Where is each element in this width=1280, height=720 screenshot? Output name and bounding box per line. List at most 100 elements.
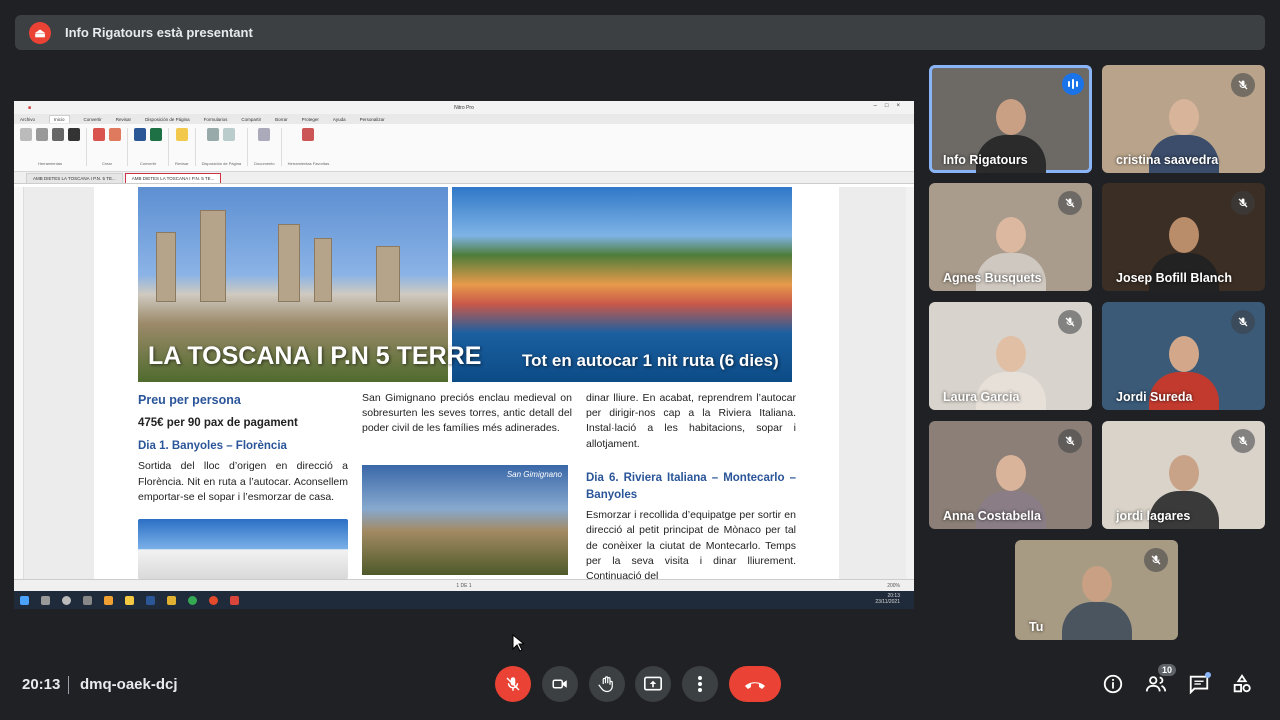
pdf-icon[interactable] [93, 128, 105, 141]
day-6-heading: Dia 6. Riviera Italiana – Montecarlo – B… [586, 471, 796, 501]
ribbon-group: Herramientas Favoritas [288, 128, 336, 166]
participant-tile[interactable]: Laura Garcia [929, 302, 1092, 410]
participant-tile[interactable]: Josep Bofill Blanch [1102, 183, 1265, 291]
bus-photo [138, 519, 348, 579]
menu-tab[interactable]: Revisar [116, 117, 131, 122]
present-to-all-icon: ⏏ [29, 21, 51, 44]
menu-tab[interactable]: Formularios [204, 117, 228, 122]
meeting-controls-bar: 20:13 dmq-oaek-dcj 10 [0, 648, 1280, 720]
word-icon[interactable] [146, 595, 155, 605]
mic-muted-icon [1058, 310, 1082, 334]
ribbon: Herramientas Crear Convertir Revisar Dis… [14, 124, 914, 172]
rotate-icon[interactable] [223, 128, 236, 141]
people-count-badge: 10 [1157, 664, 1176, 676]
ribbon-group-label: Convertir [139, 161, 157, 166]
present-button[interactable] [635, 666, 671, 702]
insert-icon[interactable] [207, 128, 220, 141]
mic-muted-icon [1058, 429, 1082, 453]
participant-tile[interactable]: Jordi Sureda [1102, 302, 1265, 410]
menu-tab[interactable]: Ayuda [333, 117, 346, 122]
task-view-icon[interactable] [83, 595, 92, 605]
add-favorites-icon[interactable] [302, 128, 315, 141]
shared-screen[interactable]: ■ Nitro Pro –□× Archivo Inicio Convertir… [14, 101, 914, 609]
activities-button[interactable] [1228, 670, 1256, 698]
folder-icon[interactable] [167, 595, 176, 605]
hero-banner: LA TOSCANA I P.N 5 TERRE Tot en autocar … [138, 187, 792, 382]
word-icon[interactable] [134, 128, 146, 141]
camera-toggle-button[interactable] [542, 666, 578, 702]
image-caption: San Gimignano [506, 469, 562, 479]
ribbon-group-label: Disposición de Página [201, 161, 242, 166]
price-heading: Preu per persona [138, 393, 241, 407]
raise-hand-button[interactable] [589, 666, 625, 702]
type-text-icon[interactable] [52, 128, 64, 141]
raise-hand-icon [598, 676, 613, 693]
participant-name: Agnes Busquets [943, 271, 1042, 285]
participant-tile[interactable]: cristina saavedra [1102, 65, 1265, 173]
meeting-time: 20:13 [22, 676, 61, 693]
participant-name: Josep Bofill Blanch [1116, 271, 1232, 285]
mic-toggle-button[interactable] [495, 666, 531, 702]
mic-muted-icon [1231, 191, 1255, 215]
ribbon-group-label: Herramientas Favoritas [287, 161, 330, 166]
hero-subtitle: Tot en autocar 1 nit ruta (6 dies) [522, 351, 779, 370]
participant-name: cristina saavedra [1116, 153, 1219, 167]
document-tab-active[interactable]: AMB DIETES LA TOSCANA I P.N. 5 TE... [124, 173, 222, 183]
people-button[interactable]: 10 [1142, 664, 1176, 698]
cortana-icon[interactable] [62, 595, 71, 605]
price-text: 475€ per 90 pax de pagament [138, 417, 298, 430]
search-icon[interactable] [41, 595, 50, 605]
end-call-button[interactable] [729, 666, 781, 702]
participant-video [1061, 560, 1132, 640]
participant-tile[interactable]: Tu [1015, 540, 1178, 640]
nitro-icon[interactable] [230, 595, 239, 605]
participant-tile[interactable]: jordi lagares [1102, 421, 1265, 529]
file-explorer-icon[interactable] [125, 595, 134, 605]
ribbon-group: Convertir [134, 128, 169, 166]
mic-muted-icon [1231, 73, 1255, 97]
firefox-icon[interactable] [209, 595, 218, 605]
menu-tab[interactable]: Disposición de Página [145, 117, 190, 122]
ribbon-group-label: Crear [101, 161, 112, 166]
participant-tile[interactable]: Agnes Busquets [929, 183, 1092, 291]
presenting-text: Info Rigatours està presentant [65, 25, 253, 40]
meeting-details-button[interactable] [1099, 670, 1127, 698]
participant-tile[interactable]: Info Rigatours [929, 65, 1092, 173]
menu-tab[interactable]: Proteger [302, 117, 319, 122]
pdf-page: LA TOSCANA I P.N 5 TERRE Tot en autocar … [94, 187, 839, 579]
menu-tab[interactable]: Archivo [20, 117, 35, 122]
windows-start-icon[interactable] [20, 595, 29, 605]
menu-tab[interactable]: Convertir [84, 117, 102, 122]
menu-tab[interactable]: Personalizar [360, 117, 385, 122]
hand-tool-icon[interactable] [20, 128, 32, 141]
vertical-scrollbar[interactable] [906, 187, 914, 579]
left-panel-strip[interactable] [14, 187, 24, 579]
combine-icon[interactable] [109, 128, 121, 141]
menu-tab[interactable]: Compartir [241, 117, 261, 122]
menu-tab[interactable]: Borrar [275, 117, 288, 122]
quicksign-icon[interactable] [68, 128, 80, 141]
chrome-icon[interactable] [188, 595, 197, 605]
select-tool-icon[interactable] [36, 128, 48, 141]
nitro-titlebar: ■ Nitro Pro –□× [14, 101, 914, 114]
activities-icon [1233, 674, 1251, 693]
end-call-icon [745, 682, 765, 689]
search-icon[interactable] [258, 128, 271, 141]
vlc-icon[interactable] [104, 595, 113, 605]
excel-icon[interactable] [150, 128, 162, 141]
window-controls[interactable]: –□× [874, 103, 908, 109]
more-options-button[interactable] [682, 666, 718, 702]
page-indicator[interactable]: 1 DE 1 [456, 583, 471, 589]
participant-name: Anna Costabella [943, 509, 1041, 523]
more-options-icon [698, 676, 702, 692]
column-2: San Gimignano preciós enclau medieval on… [362, 391, 572, 575]
participant-tile[interactable]: Anna Costabella [929, 421, 1092, 529]
mic-muted-icon [1144, 548, 1168, 572]
document-tab[interactable]: AMB DIETES LA TOSCANA I P.N. 5 TE... [26, 173, 123, 183]
mouse-cursor-icon [512, 634, 524, 652]
menu-tab-active[interactable]: Inicio [49, 115, 70, 123]
column-1: Preu per persona 475€ per 90 pax de paga… [138, 391, 348, 579]
highlight-icon[interactable] [175, 128, 188, 141]
zoom-level[interactable]: 200% [887, 583, 900, 589]
chat-button[interactable] [1185, 670, 1213, 698]
